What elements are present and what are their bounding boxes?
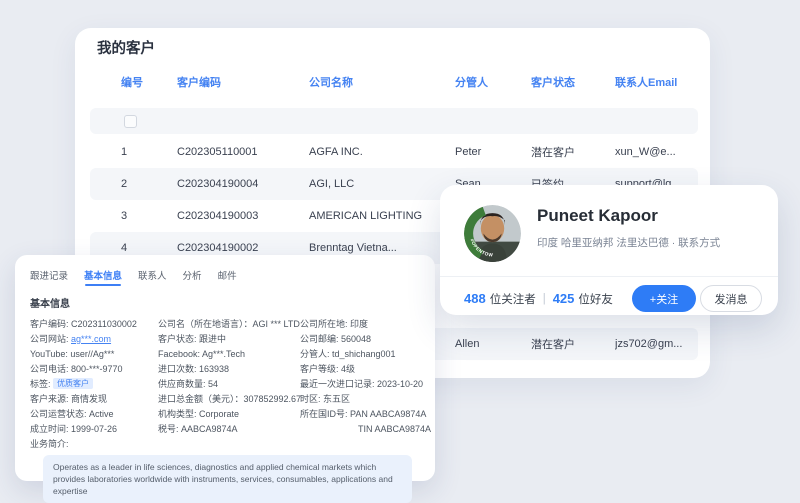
column-header-code: 客户编码	[177, 77, 221, 89]
stats-separator: |	[542, 292, 546, 305]
profile-divider	[440, 276, 778, 277]
field-import-total: 进口总金额（美元）：307852992.67	[158, 394, 302, 404]
cell-email: xun_W@e...	[615, 146, 676, 158]
field-founded: 成立时间: 1999-07-26	[30, 424, 118, 434]
field-youtube: YouTube: user//Ag***	[30, 349, 115, 359]
tab-follow-records[interactable]: 跟进记录	[30, 268, 68, 286]
cell-company: AGI, LLC	[309, 178, 355, 190]
cell-company: AGFA INC.	[309, 146, 363, 158]
cell-code: C202304190003	[177, 210, 259, 222]
avatar: #OPENTOWORK	[464, 205, 521, 262]
contact-location: 印度 哈里亚纳邦 法里达巴德 · 联系方式	[537, 237, 721, 249]
field-source: 客户来源: 商情发现	[30, 394, 108, 404]
tab-email[interactable]: 邮件	[218, 268, 237, 286]
cell-code: C202304190004	[177, 178, 259, 190]
cell-company: AMERICAN LIGHTING	[309, 210, 423, 222]
table-header-row: 编号 客户编码 公司名称 分管人 客户状态 联系人Email	[75, 74, 710, 90]
website-link[interactable]: ag***.com	[71, 334, 111, 344]
cell-status: 潜在客户	[531, 147, 575, 159]
column-header-email: 联系人Email	[615, 77, 678, 89]
field-level: 客户等级: 4级	[300, 364, 356, 374]
field-last-import: 最近一次进口记录: 2023-10-20	[300, 379, 424, 389]
field-customer-code: 客户编码: C202311030002	[30, 319, 137, 329]
field-customer-status: 客户状态: 跟进中	[158, 334, 227, 344]
tab-analysis[interactable]: 分析	[183, 268, 202, 286]
cell-status: 潜在客户	[531, 339, 575, 351]
contact-profile-card: #OPENTOWORK Puneet Kapoor 印度 哈里亚纳邦 法里达巴德…	[440, 185, 778, 315]
field-column-2: 公司名（所在地语言）：AGI *** LTD 客户状态: 跟进中 Faceboo…	[158, 317, 302, 437]
follow-button[interactable]: +关注	[632, 285, 696, 312]
field-phone: 公司电话: 800-***-9770	[30, 364, 123, 374]
field-website: 公司网站: ag***.com	[30, 334, 112, 344]
business-intro-text: Operates as a leader in life sciences, d…	[43, 455, 412, 503]
field-manager: 分管人: td_shichang001	[300, 349, 396, 359]
cell-no: 2	[121, 178, 128, 190]
field-location: 公司所在地: 印度	[300, 319, 369, 329]
field-supplier-count: 供应商数量: 54	[158, 379, 219, 389]
cell-no: 4	[121, 242, 128, 254]
detail-tabs: 跟进记录 基本信息 联系人 分析 邮件	[30, 268, 420, 286]
cell-company: Brenntag Vietna...	[309, 242, 397, 254]
field-timezone: 时区: 东五区	[300, 394, 351, 404]
field-tag: 标签: 优质客户	[30, 377, 158, 392]
page-title: 我的客户	[97, 41, 155, 57]
table-row[interactable]: 1 C202305110001 AGFA INC. Peter 潜在客户 xun…	[90, 136, 698, 168]
friends-count: 425	[552, 291, 575, 306]
field-import-count: 进口次数: 163938	[158, 364, 230, 374]
field-company-local-name: 公司名（所在地语言）：AGI *** LTD	[158, 319, 300, 329]
select-all-row	[90, 108, 698, 134]
column-header-company: 公司名称	[309, 77, 353, 89]
field-operating-status: 公司运营状态: Active	[30, 409, 114, 419]
select-all-checkbox[interactable]	[124, 114, 137, 128]
cell-no: 3	[121, 210, 128, 222]
column-header-status: 客户状态	[531, 77, 575, 89]
detail-field-grid: 客户编码: C202311030002 公司网站: ag***.com YouT…	[30, 317, 432, 437]
friends-label: 位好友	[578, 293, 613, 306]
tab-basic-info[interactable]: 基本信息	[84, 268, 122, 286]
column-header-manager: 分管人	[455, 77, 488, 89]
message-button[interactable]: 发消息	[700, 285, 762, 312]
cell-code: C202305110001	[177, 146, 258, 158]
field-column-3: 公司所在地: 印度 公司邮编: 560048 分管人: td_shichang0…	[300, 317, 432, 437]
customer-detail-panel: 跟进记录 基本信息 联系人 分析 邮件 基本信息 客户编码: C20231103…	[15, 255, 435, 503]
profile-stats: 488 位关注者 | 425 位好友	[464, 285, 613, 312]
cell-manager: Peter	[455, 146, 482, 158]
field-country-id: 所在国ID号: PAN AABCA9874A	[300, 409, 427, 419]
field-tin: TIN AABCA9874A	[358, 424, 432, 434]
field-facebook: Facebook: Ag***.Tech	[158, 349, 246, 359]
section-title-basic-info: 基本信息	[30, 299, 70, 310]
business-intro-label: 业务简介:	[30, 439, 69, 449]
field-tax-id: 税号: AABCA9874A	[158, 424, 238, 434]
quality-customer-tag: 优质客户	[53, 378, 94, 389]
cell-email: jzs702@gm...	[615, 338, 683, 350]
cell-code: C202304190002	[177, 242, 259, 254]
column-header-no: 编号	[121, 77, 143, 89]
field-postcode: 公司邮编: 560048	[300, 334, 372, 344]
contact-name: Puneet Kapoor	[537, 206, 658, 225]
cell-manager: Allen	[455, 338, 480, 350]
cell-no: 1	[121, 146, 128, 158]
field-org-type: 机构类型: Corporate	[158, 409, 240, 419]
tab-contacts[interactable]: 联系人	[138, 268, 167, 286]
field-column-1: 客户编码: C202311030002 公司网站: ag***.com YouT…	[30, 317, 158, 437]
followers-count: 488	[464, 291, 486, 306]
followers-label: 位关注者	[489, 293, 536, 306]
